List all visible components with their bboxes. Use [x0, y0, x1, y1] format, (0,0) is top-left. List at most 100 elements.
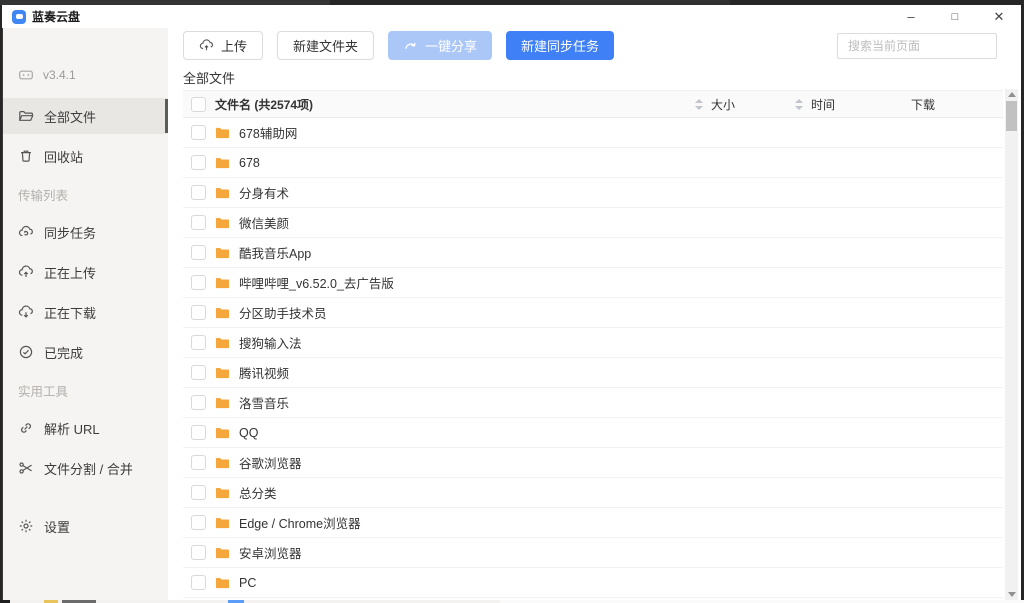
row-checkbox[interactable]	[191, 335, 206, 350]
folder-icon	[215, 306, 230, 320]
row-checkbox[interactable]	[191, 275, 206, 290]
sidebar-item-completed[interactable]: 已完成	[3, 334, 168, 370]
file-name: 分身有术	[239, 183, 289, 202]
table-row[interactable]: 微信美颜	[183, 208, 1003, 238]
window-controls: – □ ✕	[889, 5, 1021, 28]
row-checkbox[interactable]	[191, 245, 206, 260]
upload-cloud-icon	[199, 38, 214, 53]
table-row[interactable]: 酷我音乐App	[183, 238, 1003, 268]
sidebar-item-file-split-merge[interactable]: 文件分割 / 合并	[3, 450, 168, 486]
sidebar-item-recycle-bin[interactable]: 回收站	[3, 138, 168, 174]
folder-icon	[215, 366, 230, 380]
row-checkbox[interactable]	[191, 185, 206, 200]
row-checkbox[interactable]	[191, 485, 206, 500]
search-input[interactable]	[838, 34, 996, 58]
table-row[interactable]: 总分类	[183, 478, 1003, 508]
column-header-name: 文件名 (共2574项)	[215, 96, 313, 113]
close-button[interactable]: ✕	[977, 5, 1021, 28]
version-row: v3.4.1	[3, 64, 168, 86]
table-header: 文件名 (共2574项) 大小 时间 下载	[183, 90, 1003, 118]
sidebar-section-utilities: 实用工具	[3, 380, 168, 400]
row-checkbox[interactable]	[191, 365, 206, 380]
row-checkbox[interactable]	[191, 125, 206, 140]
file-name: 安卓浏览器	[239, 543, 302, 562]
row-checkbox[interactable]	[191, 515, 206, 530]
sidebar-item-label: 正在下载	[44, 303, 96, 322]
file-name: 洛雪音乐	[239, 393, 289, 412]
check-circle-icon	[18, 344, 34, 360]
table-scrollbar[interactable]	[1005, 89, 1018, 600]
table-row[interactable]: 谷歌浏览器	[183, 448, 1003, 478]
file-name: 678辅助网	[239, 123, 297, 142]
search-box	[837, 33, 997, 59]
upload-button-label: 上传	[221, 36, 247, 55]
row-checkbox[interactable]	[191, 215, 206, 230]
sidebar-item-settings[interactable]: 设置	[3, 508, 168, 544]
sidebar-item-all-files[interactable]: 全部文件	[3, 98, 168, 134]
file-name: 总分类	[239, 483, 277, 502]
folder-icon	[215, 336, 230, 350]
file-name: 分区助手技术员	[239, 303, 327, 322]
table-row[interactable]: 腾讯视频	[183, 358, 1003, 388]
row-checkbox[interactable]	[191, 575, 206, 590]
select-all-checkbox[interactable]	[191, 97, 206, 112]
file-name: 谷歌浏览器	[239, 453, 302, 472]
main-panel: 上传 新建文件夹 一键分享 新建同步任务 全部文件	[168, 28, 1021, 600]
new-folder-button[interactable]: 新建文件夹	[277, 31, 374, 60]
sidebar-item-uploading[interactable]: 正在上传	[3, 254, 168, 290]
table-row[interactable]: QQ	[183, 418, 1003, 448]
table-row[interactable]: 分区助手技术员	[183, 298, 1003, 328]
scrollbar-thumb[interactable]	[1006, 101, 1017, 131]
table-row[interactable]: 678辅助网	[183, 118, 1003, 148]
row-checkbox[interactable]	[191, 305, 206, 320]
table-row[interactable]: 哔哩哔哩_v6.52.0_去广告版	[183, 268, 1003, 298]
scroll-up-icon[interactable]	[1008, 92, 1016, 97]
row-checkbox[interactable]	[191, 425, 206, 440]
table-row[interactable]: 安卓浏览器	[183, 538, 1003, 568]
folder-icon	[215, 126, 230, 140]
new-folder-button-label: 新建文件夹	[293, 36, 358, 55]
sidebar-item-downloading[interactable]: 正在下载	[3, 294, 168, 330]
file-name: PC	[239, 576, 256, 590]
table-row[interactable]: PC	[183, 568, 1003, 598]
folder-icon	[215, 546, 230, 560]
row-checkbox[interactable]	[191, 395, 206, 410]
sidebar-item-parse-url[interactable]: 解析 URL	[3, 410, 168, 446]
sidebar-item-label: 已完成	[44, 343, 83, 362]
title-bar: 蓝奏云盘 – □ ✕	[2, 5, 1021, 28]
sidebar-item-label: 设置	[44, 517, 70, 536]
one-click-share-label: 一键分享	[425, 36, 477, 55]
folder-icon	[215, 276, 230, 290]
table-row[interactable]: 洛雪音乐	[183, 388, 1003, 418]
row-checkbox[interactable]	[191, 455, 206, 470]
file-name: 微信美颜	[239, 213, 289, 232]
folder-icon	[215, 486, 230, 500]
one-click-share-button[interactable]: 一键分享	[388, 31, 492, 60]
table-row[interactable]: 分身有术	[183, 178, 1003, 208]
row-checkbox[interactable]	[191, 545, 206, 560]
new-sync-task-button[interactable]: 新建同步任务	[506, 31, 614, 60]
sidebar-item-label: 回收站	[44, 147, 83, 166]
minimize-button[interactable]: –	[889, 5, 933, 28]
sort-size-icon[interactable]	[795, 99, 803, 110]
table-row[interactable]: 678	[183, 148, 1003, 178]
trash-icon	[18, 148, 34, 164]
upload-button[interactable]: 上传	[183, 31, 263, 60]
app-logo-icon	[12, 10, 26, 24]
file-name: 678	[239, 156, 260, 170]
app-window: 蓝奏云盘 – □ ✕ v3.4.1 全部文件	[2, 5, 1021, 600]
sidebar-item-sync-tasks[interactable]: 同步任务	[3, 214, 168, 250]
breadcrumb: 全部文件	[183, 64, 1021, 90]
sort-name-icon[interactable]	[695, 99, 703, 110]
toolbar: 上传 新建文件夹 一键分享 新建同步任务	[183, 31, 1003, 60]
table-row[interactable]: Edge / Chrome浏览器	[183, 508, 1003, 538]
folder-icon	[215, 576, 230, 590]
table-row[interactable]: 搜狗输入法	[183, 328, 1003, 358]
scroll-down-icon[interactable]	[1008, 592, 1016, 597]
file-name: 酷我音乐App	[239, 243, 311, 262]
row-checkbox[interactable]	[191, 155, 206, 170]
maximize-button[interactable]: □	[933, 5, 977, 28]
file-name: 腾讯视频	[239, 363, 289, 382]
column-header-time: 时间	[811, 96, 835, 113]
folder-icon	[215, 396, 230, 410]
